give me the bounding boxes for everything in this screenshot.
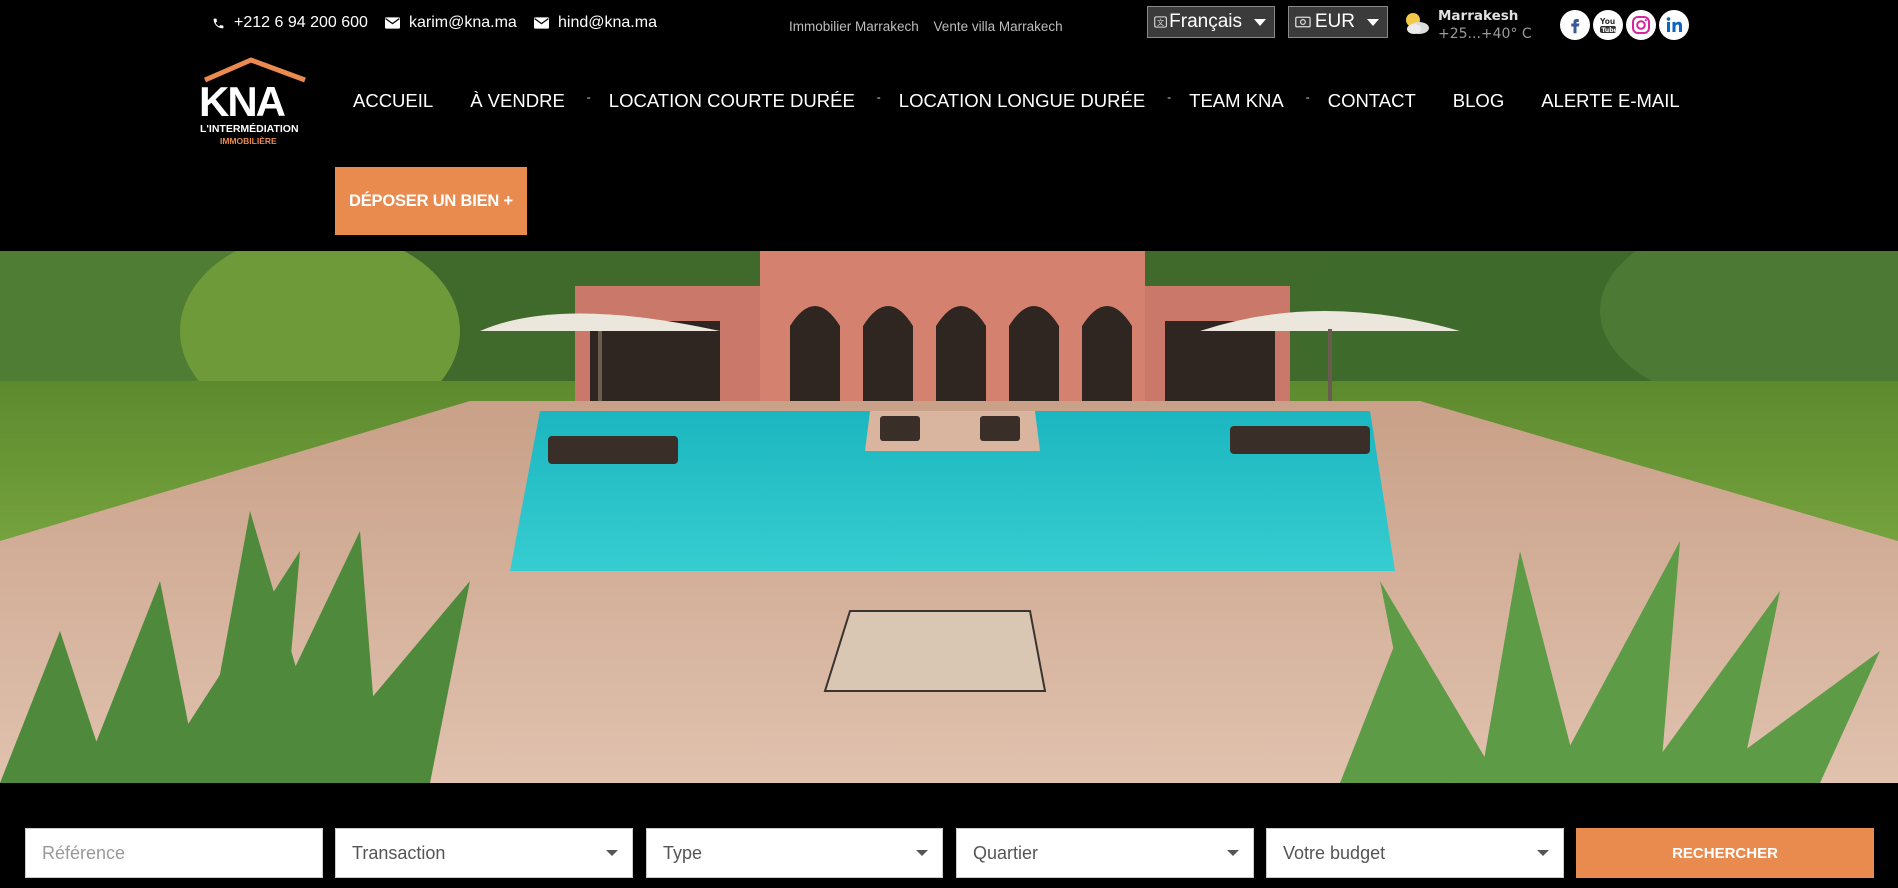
transaction-select-value: Transaction (352, 842, 446, 863)
top-bar: +212 6 94 200 600 karim@kna.ma hind@kna.… (0, 0, 1898, 44)
chevron-down-icon (1227, 850, 1239, 856)
phone-number: +212 6 94 200 600 (234, 14, 368, 31)
phone-icon (213, 18, 224, 28)
type-select[interactable]: Type (646, 828, 943, 878)
email-contact-1[interactable]: karim@kna.ma (385, 14, 517, 32)
nav-separator: - (586, 90, 591, 104)
email-address-1: karim@kna.ma (409, 14, 517, 31)
nav-item-location-longue-duree[interactable]: LOCATION LONGUE DURÉE (899, 90, 1145, 112)
svg-text:Tube: Tube (1602, 27, 1618, 34)
transaction-select[interactable]: Transaction (335, 828, 633, 878)
linkedin-icon[interactable] (1659, 10, 1689, 40)
nav-separator: - (876, 90, 881, 104)
search-bar: Référence Transaction Type Quartier Votr… (0, 783, 1898, 888)
link-vente-villa-marrakech[interactable]: Vente villa Marrakech (934, 19, 1063, 34)
svg-text:文: 文 (1157, 18, 1165, 27)
nav-item-location-courte-duree[interactable]: LOCATION COURTE DURÉE (609, 90, 855, 112)
budget-select[interactable]: Votre budget (1266, 828, 1564, 878)
nav-item-alerte-email[interactable]: ALERTE E-MAIL (1541, 90, 1679, 112)
deposer-un-bien-button[interactable]: DÉPOSER UN BIEN + (335, 167, 527, 235)
svg-text:KNA: KNA (199, 78, 286, 125)
quartier-select[interactable]: Quartier (956, 828, 1254, 878)
rechercher-button[interactable]: RECHERCHER (1576, 828, 1874, 878)
nav-item-accueil[interactable]: ACCUEIL (353, 90, 433, 112)
partly-cloudy-icon (1406, 13, 1429, 34)
nav-item-team-kna[interactable]: TEAM KNA (1189, 90, 1284, 112)
reference-input[interactable]: Référence (25, 828, 323, 878)
budget-select-value: Votre budget (1283, 842, 1386, 863)
svg-text:L'INTERMÉDIATION: L'INTERMÉDIATION (200, 122, 299, 135)
chevron-down-icon (916, 850, 928, 856)
social-links: You Tube (1560, 10, 1692, 40)
chevron-down-icon (606, 850, 618, 856)
nav-item-blog[interactable]: BLOG (1453, 90, 1504, 112)
weather-city: Marrakesh (1438, 8, 1519, 24)
nav-item-a-vendre[interactable]: À VENDRE (470, 90, 565, 112)
weather-temp: +25...+40° C (1438, 26, 1532, 42)
top-links: Immobilier Marrakech Vente villa Marrake… (789, 19, 1074, 34)
nav-item-contact[interactable]: CONTACT (1328, 90, 1416, 112)
language-select[interactable]: 文 Français (1147, 6, 1275, 38)
instagram-icon[interactable] (1626, 10, 1656, 40)
currency-select[interactable]: EUR (1288, 6, 1388, 38)
money-icon (1295, 16, 1311, 28)
type-select-value: Type (663, 842, 703, 863)
phone-contact[interactable]: +212 6 94 200 600 (212, 14, 368, 32)
weather-widget: Marrakesh +25...+40° C (1402, 8, 1532, 42)
youtube-icon[interactable]: You Tube (1593, 10, 1623, 40)
envelope-icon (534, 17, 549, 29)
email-address-2: hind@kna.ma (558, 14, 657, 31)
nav-separator: - (1305, 90, 1310, 104)
quartier-select-value: Quartier (973, 842, 1039, 863)
svg-text:IMMOBILIÈRE: IMMOBILIÈRE (220, 136, 277, 146)
kna-logo[interactable]: KNA L'INTERMÉDIATION IMMOBILIÈRE (199, 56, 309, 146)
chevron-down-icon (1537, 850, 1549, 856)
chevron-down-icon (1254, 18, 1266, 26)
email-contact-2[interactable]: hind@kna.ma (534, 14, 657, 32)
currency-value: EUR (1314, 11, 1355, 32)
envelope-icon (385, 17, 400, 29)
hero-image (0, 251, 1898, 783)
chevron-down-icon (1367, 18, 1379, 26)
svg-text:You: You (1599, 17, 1615, 26)
link-immobilier-marrakech[interactable]: Immobilier Marrakech (789, 19, 919, 34)
nav-separator: - (1167, 90, 1172, 104)
facebook-icon[interactable] (1560, 10, 1590, 40)
language-value: Français (1169, 11, 1242, 32)
main-nav: ACCUEIL À VENDRE - LOCATION COURTE DURÉE… (353, 90, 1680, 112)
translate-icon: 文 (1154, 16, 1167, 28)
